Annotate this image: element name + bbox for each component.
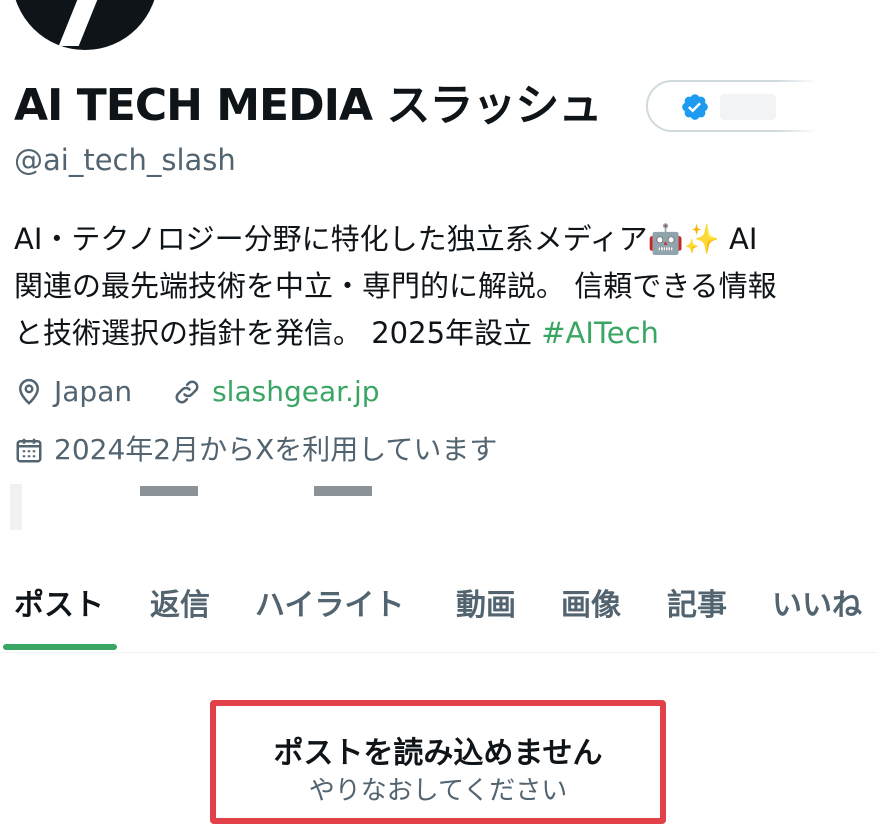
website-link[interactable]: slashgear.jp xyxy=(212,372,379,412)
bio-line-3: と技術選択の指針を発信。 2025年設立 #AITech xyxy=(14,310,874,357)
display-name: AI TECH MEDIA スラッシュ xyxy=(14,80,602,131)
active-tab-indicator xyxy=(3,644,117,650)
tab-articles[interactable]: 記事 xyxy=(667,580,727,624)
retry-link[interactable]: やりなおしてください xyxy=(216,774,660,808)
verified-badge-icon xyxy=(682,94,708,120)
tab-posts[interactable]: ポスト xyxy=(14,580,104,624)
redacted-text xyxy=(720,94,776,120)
redacted-followers-count xyxy=(314,486,372,496)
redacted-text xyxy=(10,484,22,530)
bio-text: と技術選択の指針を発信。 2025年設立 xyxy=(14,316,542,350)
tab-videos[interactable]: 動画 xyxy=(456,580,516,624)
pill-fade xyxy=(776,78,836,138)
verified-badge-button[interactable] xyxy=(646,78,836,138)
profile-meta-row: 2024年2月からXを利用しています xyxy=(14,430,497,470)
robot-sparkles-emoji: 🤖✨ xyxy=(647,222,720,256)
calendar-icon xyxy=(16,438,42,463)
profile-page: AI TECH MEDIA スラッシュ @ai_tech_slash AI・テク… xyxy=(0,0,878,830)
bio-line-1: AI・テクノロジー分野に特化した独立系メディア🤖✨ AI xyxy=(14,216,874,263)
link-icon xyxy=(175,380,199,404)
bio-text: AI xyxy=(719,222,758,256)
error-title: ポストを読み込めません xyxy=(273,736,603,771)
tab-likes[interactable]: いいね xyxy=(772,580,862,624)
tab-replies[interactable]: 返信 xyxy=(150,580,210,624)
avatar-logo-mark xyxy=(58,0,102,46)
profile-tabs: ポスト 返信 ハイライト 動画 画像 記事 いいね xyxy=(0,566,878,653)
tab-images[interactable]: 画像 xyxy=(561,580,621,624)
joined-date: 2024年2月からXを利用しています xyxy=(54,433,498,466)
bio-text: AI・テクノロジー分野に特化した独立系メディア xyxy=(14,222,648,256)
avatar[interactable] xyxy=(12,0,158,50)
user-handle: @ai_tech_slash xyxy=(14,143,236,177)
profile-meta-row: Japan slashgear.jp xyxy=(14,372,380,412)
location-text: Japan xyxy=(54,375,133,408)
hashtag-link[interactable]: #AITech xyxy=(541,316,659,350)
bio-line-2: 関連の最先端技術を中立・専門的に解説。 信頼できる情報 xyxy=(14,269,777,303)
redacted-following-count xyxy=(140,486,198,496)
tab-highlights[interactable]: ハイライト xyxy=(255,580,404,624)
error-message: ポストを読み込めません やりなおしてください xyxy=(210,700,666,824)
bio: AI・テクノロジー分野に特化した独立系メディア🤖✨ AI 関連の最先端技術を中立… xyxy=(14,216,874,357)
location-pin-icon xyxy=(18,378,40,405)
